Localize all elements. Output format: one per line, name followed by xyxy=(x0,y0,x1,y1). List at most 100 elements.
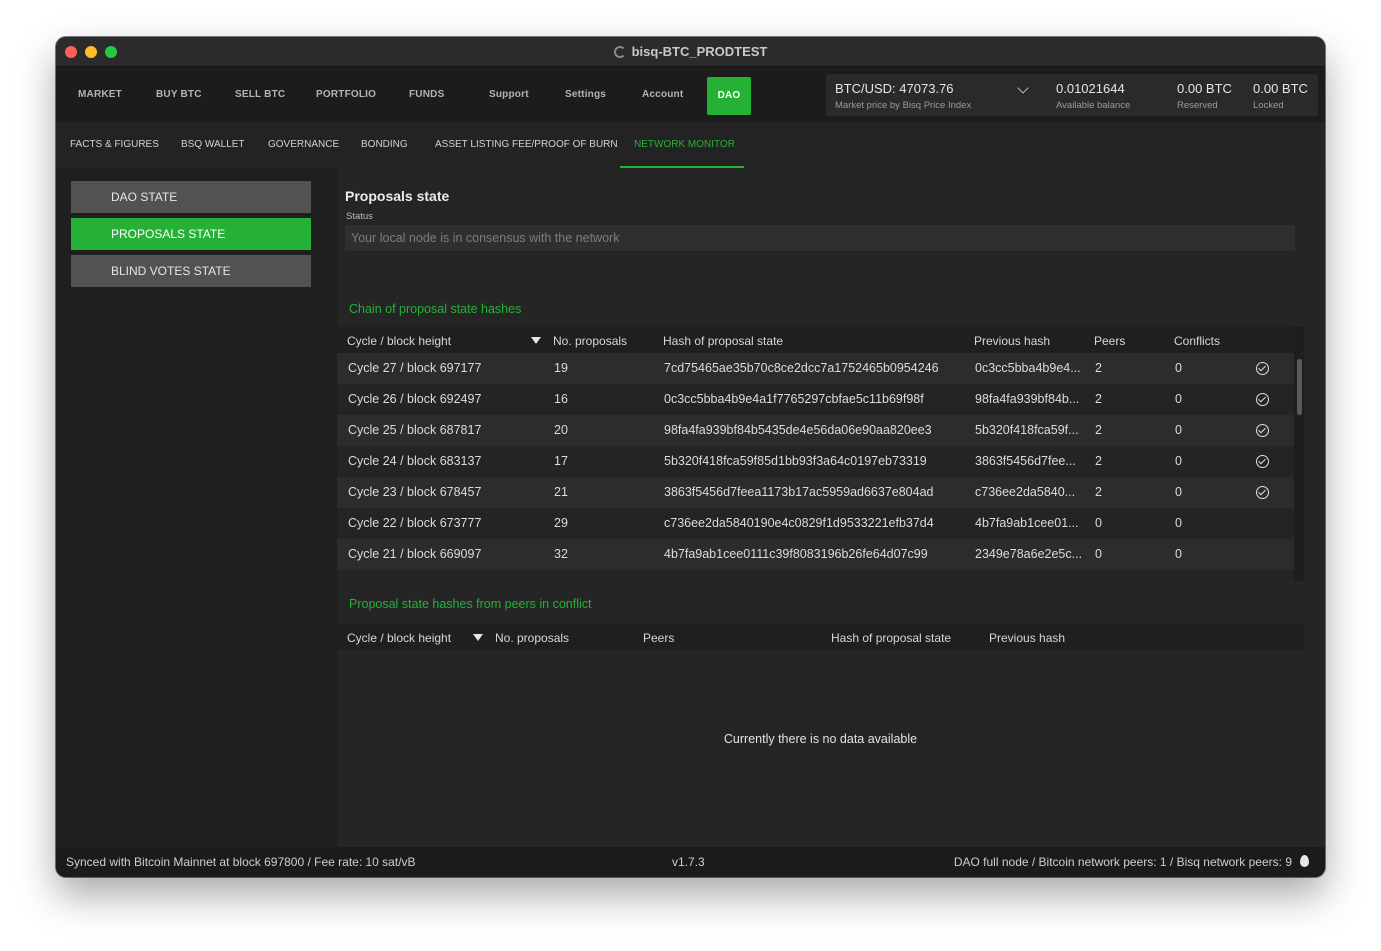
check-circle-icon xyxy=(1256,362,1269,375)
sort-desc-icon[interactable] xyxy=(473,634,483,641)
col-conflicts[interactable]: Conflicts xyxy=(1174,327,1220,353)
app-window: bisq-BTC_PRODTEST MARKET BUY BTC SELL BT… xyxy=(56,37,1325,877)
reserved-balance-value: 0.00 BTC xyxy=(1177,81,1232,96)
window-title: bisq-BTC_PRODTEST xyxy=(631,44,768,59)
reserved-balance-label: Reserved xyxy=(1177,100,1218,111)
status-label: Status xyxy=(346,211,373,222)
cell-proposals: 32 xyxy=(554,547,568,561)
cell-peers: 2 xyxy=(1095,423,1102,437)
cell-cycle: Cycle 23 / block 678457 xyxy=(348,485,482,499)
cell-proposals: 17 xyxy=(554,454,568,468)
sync-status: Synced with Bitcoin Mainnet at block 697… xyxy=(66,855,416,869)
col-no-proposals[interactable]: No. proposals xyxy=(553,327,627,353)
sort-desc-icon[interactable] xyxy=(531,337,541,344)
check-circle-icon xyxy=(1256,455,1269,468)
cell-conflicts: 0 xyxy=(1175,516,1182,530)
nav-dao[interactable]: DAO xyxy=(707,77,751,115)
locked-balance-value: 0.00 BTC xyxy=(1253,81,1308,96)
col-previous-hash[interactable]: Previous hash xyxy=(974,327,1050,353)
scrollbar-thumb[interactable] xyxy=(1297,359,1302,415)
table-row[interactable]: Cycle 26 / block 692497 16 0c3cc5bba4b9e… xyxy=(337,384,1294,415)
nav-portfolio[interactable]: PORTFOLIO xyxy=(316,67,376,122)
table-row[interactable]: Cycle 22 / block 673777 29 c736ee2da5840… xyxy=(337,508,1294,539)
cell-conflicts: 0 xyxy=(1175,361,1182,375)
cell-previous-hash: 3863f5456d7fee... xyxy=(975,454,1076,468)
col-peers[interactable]: Peers xyxy=(1094,327,1125,353)
nav-sell-btc[interactable]: SELL BTC xyxy=(235,67,285,122)
network-peers-status: DAO full node / Bitcoin network peers: 1… xyxy=(953,855,1292,869)
cell-previous-hash: 98fa4fa939bf84b... xyxy=(975,392,1080,406)
table-row[interactable]: Cycle 24 / block 683137 17 5b320f418fca5… xyxy=(337,446,1294,477)
cell-peers: 0 xyxy=(1095,516,1102,530)
check-circle-icon xyxy=(1256,424,1269,437)
sidebar-blind-votes-state-button[interactable]: BLIND VOTES STATE xyxy=(71,255,311,287)
price-value: BTC/USD: 47073.76 xyxy=(835,81,954,96)
cell-previous-hash: 0c3cc5bba4b9e4... xyxy=(975,361,1081,375)
chain-table-header: Cycle / block height No. proposals Hash … xyxy=(337,327,1304,353)
col-cycle-block-height[interactable]: Cycle / block height xyxy=(347,327,451,353)
col-cycle-block-height[interactable]: Cycle / block height xyxy=(347,624,451,650)
market-price-box: BTC/USD: 47073.76 Market price by Bisq P… xyxy=(826,74,1318,116)
tab-governance[interactable]: GOVERNANCE xyxy=(268,122,339,168)
nav-buy-btc[interactable]: BUY BTC xyxy=(156,67,202,122)
cell-conflicts: 0 xyxy=(1175,485,1182,499)
sidebar-dao-state-button[interactable]: DAO STATE xyxy=(71,181,311,213)
tab-asset-listing-fee[interactable]: ASSET LISTING FEE/PROOF OF BURN xyxy=(435,122,618,168)
title-bar: bisq-BTC_PRODTEST xyxy=(56,37,1325,67)
cell-cycle: Cycle 22 / block 673777 xyxy=(348,516,482,530)
cell-proposals: 16 xyxy=(554,392,568,406)
app-version: v1.7.3 xyxy=(672,855,705,869)
col-peers[interactable]: Peers xyxy=(643,624,674,650)
tab-network-monitor[interactable]: NETWORK MONITOR xyxy=(634,122,735,168)
cell-conflicts: 0 xyxy=(1175,423,1182,437)
table-row-partial xyxy=(337,570,1294,581)
tor-status-icon[interactable] xyxy=(1300,855,1309,867)
window-title-group: bisq-BTC_PRODTEST xyxy=(56,37,1325,66)
cell-conflicts: 0 xyxy=(1175,392,1182,406)
cell-hash: 98fa4fa939bf84b5435de4e56da06e90aa820ee3 xyxy=(664,423,932,437)
table-row[interactable]: Cycle 27 / block 697177 19 7cd75465ae35b… xyxy=(337,353,1294,384)
available-balance-value: 0.01021644 xyxy=(1056,81,1125,96)
cell-peers: 2 xyxy=(1095,454,1102,468)
col-hash[interactable]: Hash of proposal state xyxy=(663,327,783,353)
conflict-section-title: Proposal state hashes from peers in conf… xyxy=(349,597,592,611)
chain-table-scrollbar[interactable] xyxy=(1294,327,1304,581)
price-selector[interactable]: BTC/USD: 47073.76 Market price by Bisq P… xyxy=(826,74,1036,116)
nav-settings[interactable]: Settings xyxy=(565,67,606,122)
table-row[interactable]: Cycle 21 / block 669097 32 4b7fa9ab1cee0… xyxy=(337,539,1294,570)
status-bar: Synced with Bitcoin Mainnet at block 697… xyxy=(56,847,1325,877)
tab-facts-figures[interactable]: FACTS & FIGURES xyxy=(70,122,159,168)
cell-previous-hash: 5b320f418fca59f... xyxy=(975,423,1079,437)
sidebar-proposals-state-button[interactable]: PROPOSALS STATE xyxy=(71,218,311,250)
cell-conflicts: 0 xyxy=(1175,547,1182,561)
cell-hash: 0c3cc5bba4b9e4a1f7765297cbfae5c11b69f98f xyxy=(664,392,924,406)
dao-sub-navigation: FACTS & FIGURES BSQ WALLET GOVERNANCE BO… xyxy=(56,122,1325,168)
chevron-down-icon[interactable] xyxy=(1017,82,1029,94)
cell-cycle: Cycle 26 / block 692497 xyxy=(348,392,482,406)
main-content: Proposals state Status Your local node i… xyxy=(337,168,1325,847)
cell-previous-hash: c736ee2da5840... xyxy=(975,485,1076,499)
cell-hash: c736ee2da5840190e4c0829f1d9533221efb37d4 xyxy=(664,516,934,530)
cell-peers: 0 xyxy=(1095,547,1102,561)
cell-hash: 5b320f418fca59f85d1bb93f3a64c0197eb73319 xyxy=(664,454,927,468)
nav-funds[interactable]: FUNDS xyxy=(409,67,444,122)
cell-cycle: Cycle 21 / block 669097 xyxy=(348,547,482,561)
nav-support[interactable]: Support xyxy=(489,67,529,122)
conflict-table-header: Cycle / block height No. proposals Peers… xyxy=(337,624,1304,650)
col-no-proposals[interactable]: No. proposals xyxy=(495,624,569,650)
table-row[interactable]: Cycle 23 / block 678457 21 3863f5456d7fe… xyxy=(337,477,1294,508)
cell-proposals: 21 xyxy=(554,485,568,499)
tab-bsq-wallet[interactable]: BSQ WALLET xyxy=(181,122,245,168)
chain-section-title: Chain of proposal state hashes xyxy=(349,302,522,316)
table-row[interactable]: Cycle 25 / block 687817 2 0 98fa4fa939bf8… xyxy=(337,415,1294,446)
nav-market[interactable]: MARKET xyxy=(78,67,122,122)
cell-conflicts: 0 xyxy=(1175,454,1182,468)
nav-account[interactable]: Account xyxy=(642,67,683,122)
cell-cycle: Cycle 25 / block 687817 xyxy=(348,423,482,437)
cell-peers: 2 xyxy=(1095,361,1102,375)
tab-bonding[interactable]: BONDING xyxy=(361,122,408,168)
col-previous-hash[interactable]: Previous hash xyxy=(989,624,1065,650)
cell-peers: 2 xyxy=(1095,485,1102,499)
cell-previous-hash: 2349e78a6e2e5c... xyxy=(975,547,1083,561)
col-hash[interactable]: Hash of proposal state xyxy=(831,624,951,650)
